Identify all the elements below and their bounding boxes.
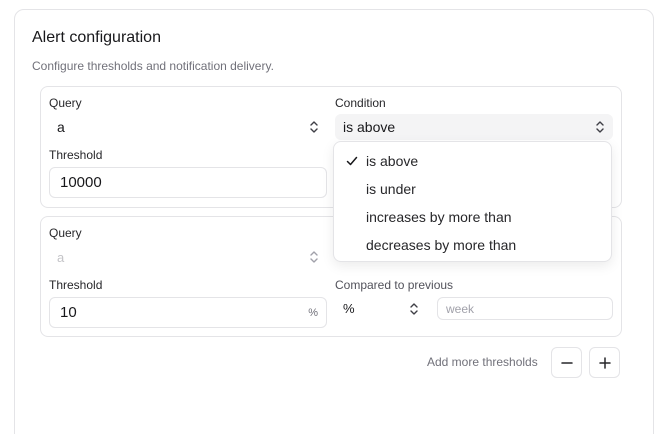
chevron-up-down-icon [310, 121, 318, 133]
threshold-input-value: 10000 [60, 174, 102, 191]
dropdown-option-label: increases by more than [366, 209, 512, 225]
threshold-label: Threshold [49, 278, 103, 292]
threshold-percent-input[interactable]: 10 % [49, 297, 327, 328]
unit-select-value: % [343, 301, 355, 316]
chevron-up-down-icon [596, 121, 604, 133]
plus-icon [598, 356, 611, 369]
condition-label: Condition [335, 96, 386, 110]
dropdown-option-decreases[interactable]: decreases by more than [334, 233, 611, 257]
dropdown-option-is-above[interactable]: is above [334, 149, 611, 173]
query-select-value: a [57, 249, 65, 265]
dropdown-option-increases[interactable]: increases by more than [334, 205, 611, 229]
query-label: Query [49, 96, 82, 110]
query-select[interactable]: a [49, 114, 327, 140]
condition-select-value: is above [343, 119, 396, 135]
dropdown-option-is-under[interactable]: is under [334, 177, 611, 201]
chevron-up-down-icon [310, 251, 318, 263]
threshold-input[interactable]: 10000 [49, 167, 327, 198]
dropdown-option-label: is under [366, 181, 416, 197]
threshold-input-value: 10 [60, 304, 77, 321]
threshold-label: Threshold [49, 148, 103, 162]
dropdown-option-label: decreases by more than [366, 237, 517, 253]
period-input[interactable]: week [437, 297, 613, 320]
card-title: Alert configuration [32, 29, 161, 46]
query-select-disabled[interactable]: a [49, 244, 327, 270]
remove-threshold-button[interactable] [551, 347, 582, 378]
add-more-thresholds-label: Add more thresholds [427, 355, 538, 369]
condition-dropdown-menu: is above is under increases by more than… [333, 141, 612, 262]
percent-suffix: % [308, 306, 318, 319]
unit-select[interactable]: % [335, 297, 427, 320]
period-placeholder: week [446, 301, 475, 316]
query-select-value: a [57, 119, 65, 135]
compared-to-previous-label: Compared to previous [335, 278, 454, 292]
chevron-up-down-icon [410, 302, 418, 315]
condition-select[interactable]: is above [335, 114, 613, 140]
add-threshold-button[interactable] [589, 347, 620, 378]
check-icon [346, 156, 358, 166]
card-description: Configure thresholds and notification de… [32, 59, 274, 73]
minus-icon [560, 361, 573, 364]
query-label: Query [49, 226, 82, 240]
dropdown-option-label: is above [366, 153, 419, 169]
